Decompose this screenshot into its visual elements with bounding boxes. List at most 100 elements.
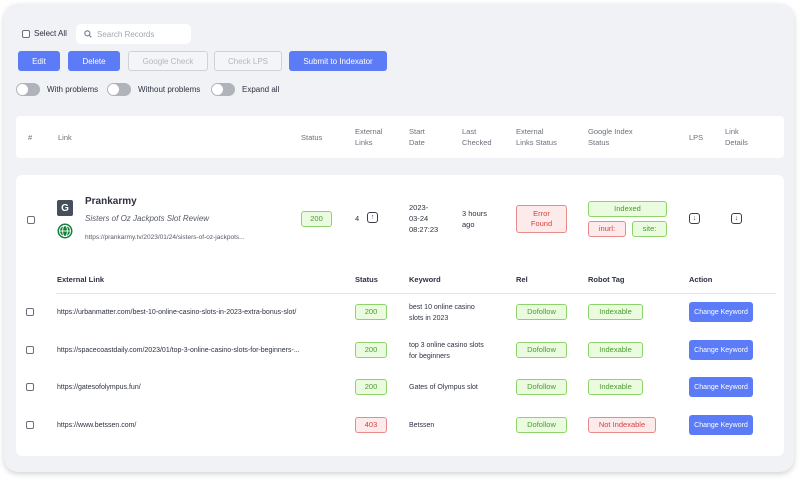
site-name: Prankarmy bbox=[85, 196, 137, 207]
row-status-badge: 200 bbox=[355, 379, 387, 395]
col-last-checked: Last Checked bbox=[462, 126, 492, 148]
rel-badge: Dofollow bbox=[516, 379, 567, 395]
google-indexed-badge: Indexed bbox=[588, 201, 667, 217]
last-checked-line1: 3 hours bbox=[462, 209, 488, 218]
row-keyword-line1: Gates of Olympus slot bbox=[409, 384, 478, 391]
els-badge-line2: Found bbox=[530, 219, 553, 228]
col-link: Link bbox=[58, 133, 72, 142]
check-lps-button[interactable]: Check LPS bbox=[214, 51, 282, 71]
col-status: Status bbox=[301, 133, 323, 142]
col-last-checked-line1: Last bbox=[462, 127, 477, 136]
col-external-links-line2: Links bbox=[355, 138, 373, 147]
row-keyword: top 3 online casino slots for beginners bbox=[409, 340, 484, 362]
with-problems-label: With problems bbox=[47, 84, 99, 94]
robot-tag-badge: Indexable bbox=[588, 342, 643, 358]
change-keyword-button[interactable]: Change Keyword bbox=[689, 302, 753, 322]
row-checkbox[interactable] bbox=[26, 421, 34, 429]
arrow-up-icon[interactable]: ↑ bbox=[367, 212, 378, 223]
lps-download-icon[interactable]: ↓ bbox=[689, 213, 700, 224]
rel-badge: Dofollow bbox=[516, 304, 567, 320]
with-problems-switch[interactable] bbox=[16, 82, 40, 96]
select-all-checkbox[interactable] bbox=[22, 29, 30, 38]
robot-tag-badge: Not Indexable bbox=[588, 417, 656, 433]
change-keyword-button[interactable]: Change Keyword bbox=[689, 340, 753, 360]
col-last-checked-line2: Checked bbox=[462, 138, 492, 147]
sub-col-keyword: Keyword bbox=[409, 275, 441, 284]
expand-all-toggle[interactable]: Expand all bbox=[211, 82, 279, 96]
table-header: # Link Status External Links Start Date … bbox=[16, 116, 784, 158]
without-problems-label: Without problems bbox=[138, 84, 201, 94]
sub-header-divider bbox=[56, 293, 776, 294]
row-checkbox[interactable] bbox=[26, 383, 34, 391]
row-checkbox[interactable] bbox=[26, 346, 34, 354]
link-details-download-icon[interactable]: ↓ bbox=[731, 213, 742, 224]
select-all[interactable]: Select All bbox=[22, 29, 67, 38]
col-external-links: External Links bbox=[355, 126, 383, 148]
start-date-line2: 03-24 bbox=[409, 214, 429, 223]
expand-all-switch[interactable] bbox=[211, 82, 235, 96]
external-link-url[interactable]: https://www.betssen.com/ bbox=[57, 420, 136, 431]
row-keyword-line1: top 3 online casino slots bbox=[409, 342, 484, 349]
col-start-date-line1: Start bbox=[409, 127, 425, 136]
col-link-details-line2: Details bbox=[725, 138, 748, 147]
start-date: 2023- 03-24 08:27:23 bbox=[409, 202, 438, 235]
col-start-date: Start Date bbox=[409, 126, 425, 148]
site-badge: site: bbox=[632, 221, 667, 237]
sub-col-action: Action bbox=[689, 275, 713, 284]
els-badge-line1: Error bbox=[533, 209, 550, 218]
row-status-badge: 200 bbox=[355, 304, 387, 320]
external-link-url[interactable]: https://spacecoastdaily.com/2023/01/top-… bbox=[57, 345, 300, 356]
search-box[interactable] bbox=[76, 24, 191, 44]
search-input[interactable] bbox=[97, 29, 182, 39]
expand-all-label: Expand all bbox=[242, 84, 280, 94]
col-gis-line2: Status bbox=[588, 138, 610, 147]
col-external-links-status: External Links Status bbox=[516, 126, 557, 148]
row-keyword-line1: Betssen bbox=[409, 422, 435, 429]
row-keyword: Gates of Olympus slot bbox=[409, 382, 478, 393]
external-links-status-badge: Error Found bbox=[516, 205, 567, 233]
row-keyword-line1: best 10 online casino bbox=[409, 304, 475, 311]
col-els-line1: External bbox=[516, 127, 544, 136]
with-problems-toggle[interactable]: With problems bbox=[16, 82, 98, 96]
external-link-url[interactable]: https://gatesofolympus.fun/ bbox=[57, 382, 141, 393]
row-keyword-line2: slots in 2023 bbox=[409, 315, 449, 322]
rel-badge: Dofollow bbox=[516, 417, 567, 433]
row-checkbox[interactable] bbox=[26, 308, 34, 316]
record-checkbox[interactable] bbox=[27, 216, 35, 224]
globe-icon bbox=[57, 223, 73, 239]
external-links-count: 4 bbox=[355, 214, 360, 223]
edit-button[interactable]: Edit bbox=[18, 51, 60, 71]
sub-col-rel: Rel bbox=[516, 275, 528, 284]
record-url[interactable]: https://prankarmy.tv/2023/01/24/sisters-… bbox=[85, 234, 245, 241]
col-els-line2: Links Status bbox=[516, 138, 557, 147]
col-hash: # bbox=[28, 133, 33, 142]
delete-button[interactable]: Delete bbox=[68, 51, 120, 71]
submit-to-indexator-button[interactable]: Submit to Indexator bbox=[289, 51, 387, 71]
row-keyword: Betssen bbox=[409, 420, 434, 431]
record-row: G Prankarmy Sisters of Oz Jackpots Slot … bbox=[16, 175, 784, 266]
external-link-url[interactable]: https://urbanmatter.com/best-10-online-c… bbox=[57, 307, 296, 318]
search-icon bbox=[84, 30, 92, 38]
row-keyword: best 10 online casino slots in 2023 bbox=[409, 302, 475, 324]
change-keyword-button[interactable]: Change Keyword bbox=[689, 377, 753, 397]
page-title: Sisters of Oz Jackpots Slot Review bbox=[85, 214, 210, 223]
robot-tag-badge: Indexable bbox=[588, 304, 643, 320]
col-google-index-status: Google Index Status bbox=[588, 126, 633, 148]
row-status-badge: 403 bbox=[355, 417, 387, 433]
sub-col-external-link: External Link bbox=[57, 275, 105, 284]
without-problems-switch[interactable] bbox=[107, 82, 131, 96]
external-links-table: External Link Status Keyword Rel Robot T… bbox=[16, 266, 784, 456]
start-date-line1: 2023- bbox=[409, 203, 429, 212]
row-status-badge: 200 bbox=[355, 342, 387, 358]
inurl-badge: inurl: bbox=[588, 221, 626, 237]
robot-tag-badge: Indexable bbox=[588, 379, 643, 395]
google-check-button[interactable]: Google Check bbox=[128, 51, 208, 71]
app-frame: Select All Edit Delete Google Check Chec… bbox=[4, 4, 794, 472]
without-problems-toggle[interactable]: Without problems bbox=[107, 82, 200, 96]
last-checked: 3 hours ago bbox=[462, 208, 487, 230]
col-link-details-line1: Link bbox=[725, 127, 739, 136]
col-link-details: Link Details bbox=[725, 126, 748, 148]
last-checked-line2: ago bbox=[462, 220, 475, 229]
col-external-links-line1: External bbox=[355, 127, 383, 136]
change-keyword-button[interactable]: Change Keyword bbox=[689, 415, 753, 435]
